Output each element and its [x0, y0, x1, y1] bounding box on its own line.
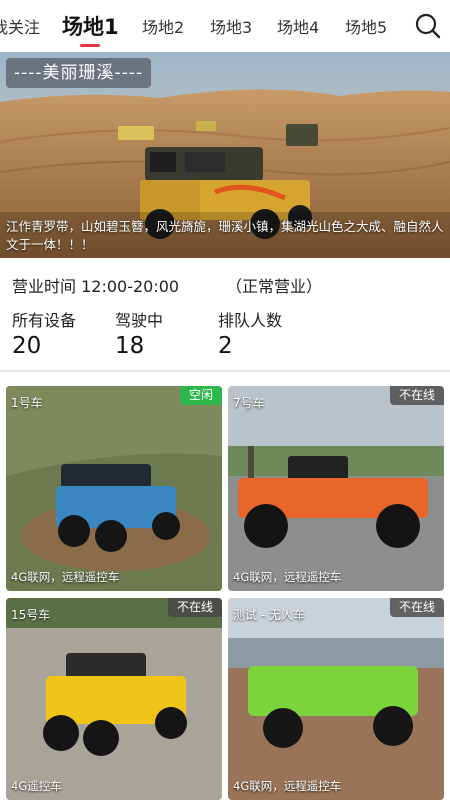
venue-banner[interactable]: ----美丽珊溪---- 江作青罗带，山如碧玉簪，风光旖旎，珊溪小镇，集湖光山色… [0, 52, 450, 258]
car-status-badge: 不在线 [389, 598, 444, 617]
car-card-3[interactable]: 15号车 不在线 4G遥控车 [6, 598, 222, 800]
search-button[interactable] [414, 12, 442, 40]
business-status: （正常营业） [226, 277, 323, 296]
banner-title: ----美丽珊溪---- [6, 58, 152, 88]
stat-driving-value: 18 [115, 333, 145, 359]
car-status-badge: 不在线 [167, 598, 222, 617]
car-description: 4G联网，远程遥控车 [233, 570, 342, 584]
car-name: 7号车 [233, 396, 265, 410]
rc-car-photo [228, 386, 444, 591]
car-name: 15号车 [11, 608, 51, 622]
car-name: 1号车 [11, 396, 43, 410]
active-tab-indicator [80, 44, 100, 47]
tab-venue-1[interactable]: 场地1 [62, 11, 119, 41]
rc-car-photo [228, 598, 444, 800]
car-card-1[interactable]: 1号车 空闲 4G联网，远程遥控车 [6, 386, 222, 591]
stat-queue-label: 排队人数 [218, 311, 283, 330]
rc-car-photo [6, 386, 222, 591]
car-name: 测试 - 无人车 [233, 608, 305, 622]
tab-venue-5[interactable]: 场地5 [345, 14, 387, 38]
top-tab-bar: 我关注 场地1 场地2 场地3 场地4 场地5 [0, 0, 450, 52]
stat-all-devices-value: 20 [12, 333, 42, 359]
tab-venue-2[interactable]: 场地2 [142, 14, 184, 38]
car-status-badge: 空闲 [179, 386, 222, 405]
car-card-4[interactable]: 测试 - 无人车 不在线 4G联网，远程遥控车 [228, 598, 444, 800]
stat-all-devices-label: 所有设备 [12, 311, 77, 330]
stat-queue-value: 2 [218, 333, 233, 359]
car-card-2[interactable]: 7号车 不在线 4G联网，远程遥控车 [228, 386, 444, 591]
tab-venue-4[interactable]: 场地4 [277, 14, 319, 38]
car-description: 4G联网，远程遥控车 [11, 570, 120, 584]
search-icon [415, 13, 441, 39]
banner-caption: 江作青罗带，山如碧玉簪，风光旖旎，珊溪小镇，集湖光山色之大成、融自然人文于一体！… [6, 219, 444, 252]
stat-driving-label: 驾驶中 [115, 311, 164, 330]
business-hours: 营业时间 12:00-20:00 [12, 277, 180, 296]
tab-following[interactable]: 我关注 [0, 14, 40, 38]
car-description: 4G联网，远程遥控车 [233, 779, 342, 793]
rc-car-photo [6, 598, 222, 800]
tab-venue-3[interactable]: 场地3 [210, 14, 252, 38]
section-divider [0, 370, 450, 372]
car-status-badge: 不在线 [389, 386, 444, 405]
car-description: 4G遥控车 [11, 779, 62, 793]
